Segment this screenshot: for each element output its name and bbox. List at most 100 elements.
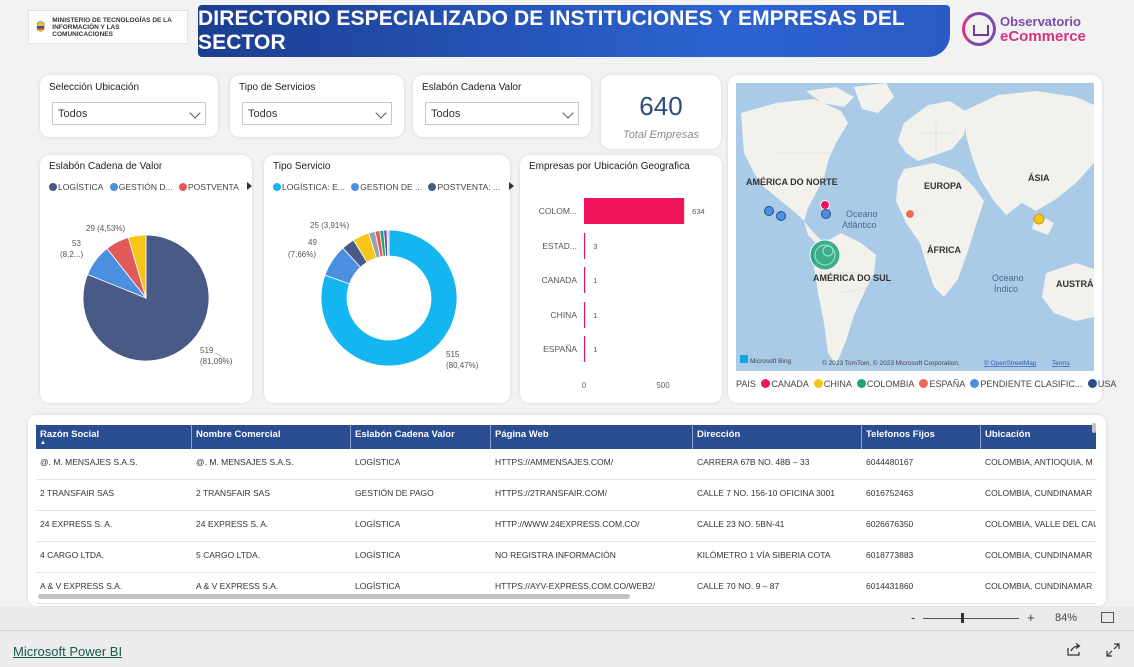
table-row[interactable]: 2 TRANSFAIR SAS 2 TRANSFAIR SAS GESTIÓN DE… (36, 480, 1096, 511)
bar-category-label: COLOM... (539, 206, 577, 216)
column-header-eslabon[interactable]: Eslabón Cadena Valor (351, 425, 491, 449)
data-label: (7,66%) (288, 250, 316, 259)
ubicacion-dropdown[interactable]: Todos (52, 102, 206, 125)
legend-item[interactable]: USA (1085, 379, 1116, 389)
table-cell: NO REGISTRA INFORMACIÓN (495, 550, 616, 560)
legend-item[interactable]: COLOMBIA (854, 379, 914, 389)
ubicacion-bar-card: Empresas por Ubicación Geografica COLOM.… (520, 155, 722, 403)
map-legend: PAIS CANADA CHINA COLOMBIA ESPAÑA PENDIE… (736, 379, 1116, 389)
table-cell: CARRERA 67B NO. 48B – 33 (697, 457, 810, 467)
map-point[interactable] (764, 206, 774, 216)
table-cell: @. M. MENSAJES S.A.S. (196, 457, 294, 467)
legend-item[interactable]: CHINA (811, 379, 851, 389)
eslabon-dropdown[interactable]: Todos (425, 102, 579, 125)
sort-ascending-icon: ▲ (40, 440, 46, 446)
table-cell: CALLE 23 NO. 5BN-41 (697, 519, 785, 529)
bing-logo-icon (740, 355, 748, 363)
table-cell: A & V EXPRESS S.A. (196, 581, 279, 591)
table-cell: 24 EXPRESS S. A. (196, 519, 269, 529)
data-label: 29 (4,53%) (86, 224, 125, 233)
zoom-slider[interactable] (923, 618, 1019, 619)
zoom-slider-thumb[interactable] (961, 613, 964, 623)
slicer-ubicacion: Selección Ubicación Todos (40, 75, 218, 137)
zoom-out-button[interactable]: - (911, 610, 915, 625)
table-cell: COLOMBIA, CUNDINAMAR (985, 488, 1093, 498)
column-header-razon-social[interactable]: Razón Social ▲ (36, 425, 192, 449)
column-header-ubicacion[interactable]: Ubicación (981, 425, 1096, 449)
bar-category-label: CANADA (542, 275, 578, 285)
data-label: 49 (308, 238, 317, 247)
map-label: AMÉRICA DO NORTE (746, 177, 838, 187)
map-point[interactable] (820, 200, 830, 210)
map-point[interactable] (821, 209, 831, 219)
slicer-label: Eslabón Cadena Valor (422, 82, 522, 93)
horizontal-scrollbar[interactable] (38, 594, 630, 599)
column-header-telefonos[interactable]: Telefonos Fijos (862, 425, 981, 449)
bar[interactable] (584, 198, 685, 224)
data-label: (80,47%) (446, 361, 479, 370)
total-empresas-card: 640 Total Empresas (601, 75, 721, 149)
empresas-table: Razón Social ▲ Nombre Comercial Eslabón C… (28, 415, 1106, 606)
title-banner: DIRECTORIO ESPECIALIZADO DE INSTITUCIONE… (198, 5, 950, 57)
table-header: Razón Social ▲ Nombre Comercial Eslabón C… (36, 425, 1096, 449)
bar-value-label: 634 (692, 207, 705, 216)
axis-tick-label: 0 (582, 381, 587, 390)
terms-link[interactable]: Terms (1052, 360, 1070, 367)
zoom-in-button[interactable]: + (1027, 610, 1035, 625)
map-point[interactable] (776, 211, 786, 221)
column-header-pagina-web[interactable]: Página Web (491, 425, 693, 449)
table-row[interactable]: 24 EXPRESS S. A. 24 EXPRESS S. A. LOGÍSTIC… (36, 511, 1096, 542)
pie-slice[interactable] (386, 229, 390, 257)
table-cell: HTTPS://AMMENSAJES.COM/ (495, 457, 614, 467)
table-cell: LOGÍSTICA (355, 457, 401, 467)
table-row[interactable]: 4 CARGO LTDA. 5 CARGO LTDA. LOGÍSTICA NO RE… (36, 542, 1096, 573)
bar[interactable] (584, 267, 586, 293)
table-cell: 6044480167 (866, 457, 914, 467)
table-row[interactable]: A & V EXPRESS S.A. A & V EXPRESS S.A. LOGÍ… (36, 573, 1096, 604)
slicer-label: Selección Ubicación (49, 82, 140, 93)
table-cell: LOGÍSTICA (355, 550, 401, 560)
map-label: Atlântico (842, 220, 877, 230)
column-header-nombre-comercial[interactable]: Nombre Comercial (192, 425, 351, 449)
bar[interactable] (584, 233, 586, 259)
legend-item[interactable]: CANADA (758, 379, 808, 389)
logo-line-2: eCommerce (1000, 28, 1086, 45)
table-cell: KILÓMETRO 1 VÍA SIBERIA COTA (697, 550, 831, 560)
table-row[interactable]: @. M. MENSAJES S.A.S. @. M. MENSAJES S.A.… (36, 449, 1096, 480)
share-icon[interactable] (1067, 643, 1081, 656)
table-cell: COLOMBIA, CUNDINAMAR (985, 581, 1093, 591)
bar[interactable] (584, 336, 586, 362)
eslabon-pie-chart: 519 (81,09%) 53 (8,2...) 29 (4,53%) (60, 224, 233, 366)
map-attribution: Microsoft Bing (750, 358, 792, 365)
tipo-servicio-donut-chart: 515 (80,47%) 49 (7,66%) 25 (3,91%) (288, 221, 479, 370)
osm-link[interactable]: © OpenStreetMap (984, 359, 1037, 367)
bar[interactable] (584, 302, 586, 328)
bar-category-label: ESPAÑA (543, 344, 577, 354)
dropdown-value: Todos (431, 108, 461, 120)
map-point[interactable] (1033, 213, 1045, 225)
fit-to-page-icon[interactable] (1101, 612, 1114, 623)
bar-value-label: 1 (593, 276, 597, 285)
bar-value-label: 3 (593, 242, 597, 251)
map-label: AMÉRICA DO SUL (813, 273, 892, 283)
vertical-scrollbar[interactable] (1092, 423, 1096, 433)
table-cell: 6018773883 (866, 550, 914, 560)
column-header-direccion[interactable]: Dirección (693, 425, 862, 449)
fullscreen-icon[interactable] (1106, 643, 1120, 657)
world-map[interactable]: AMÉRICA DO NORTE EUROPA ÁSIA ÁFRICA AMÉR… (736, 83, 1094, 371)
table-cell: LOGÍSTICA (355, 581, 401, 591)
footer-bar: Microsoft Power BI (0, 630, 1134, 667)
eslabon-pie-card: Eslabón Cadena de Valor LOGÍSTICA GESTIÓ… (40, 155, 253, 403)
map-point[interactable] (905, 209, 915, 219)
tipo-servicios-dropdown[interactable]: Todos (242, 102, 392, 125)
tipo-servicio-donut-card: Tipo Servicio LOGÍSTICA: E... GESTION DE… (264, 155, 514, 403)
legend-item[interactable]: PENDIENTE CLASIFIC... (967, 379, 1082, 389)
coat-of-arms-icon (36, 21, 45, 32)
legend-item[interactable]: ESPAÑA (916, 379, 965, 389)
table-cell: 6014431860 (866, 581, 914, 591)
page-title: DIRECTORIO ESPECIALIZADO DE INSTITUCIONE… (198, 7, 905, 54)
power-bi-link[interactable]: Microsoft Power BI (13, 644, 122, 659)
map-label: AUSTRÁ (1056, 279, 1094, 289)
map-label: EUROPA (924, 181, 962, 191)
data-label: (81,09%) (200, 357, 233, 366)
